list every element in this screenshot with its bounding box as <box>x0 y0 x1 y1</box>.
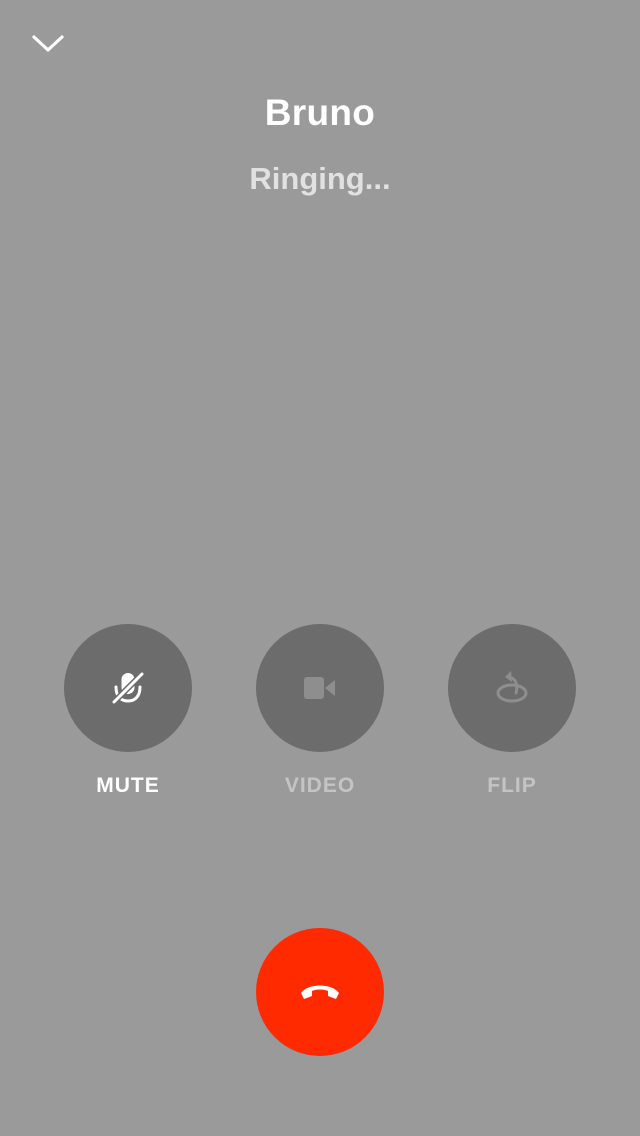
video-label: VIDEO <box>284 774 356 797</box>
mute-button[interactable] <box>64 624 192 752</box>
video-button[interactable] <box>256 624 384 752</box>
collapse-button[interactable] <box>28 26 68 62</box>
video-control: VIDEO <box>256 624 384 798</box>
end-call-button[interactable] <box>256 928 384 1056</box>
flip-button[interactable] <box>448 624 576 752</box>
flip-control: FLIP <box>448 624 576 798</box>
video-camera-icon <box>304 677 335 699</box>
caller-name: Bruno <box>264 92 376 133</box>
flip-label: FLIP <box>487 774 537 797</box>
call-status: Ringing... <box>249 161 391 196</box>
mute-control: MUTE <box>64 624 192 798</box>
mute-label: MUTE <box>96 774 160 797</box>
flip-camera-icon <box>496 671 528 703</box>
chevron-down-icon <box>32 35 64 52</box>
mic-off-icon <box>111 671 145 705</box>
hang-up-icon <box>301 985 339 999</box>
